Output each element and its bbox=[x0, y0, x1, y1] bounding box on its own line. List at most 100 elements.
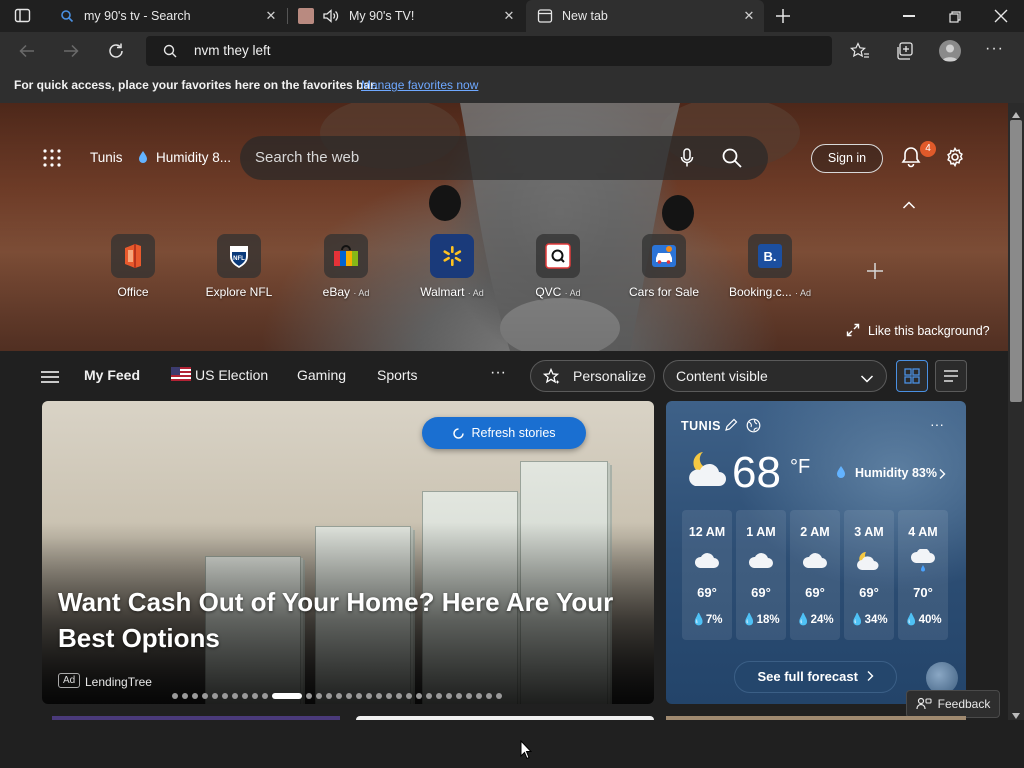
content-visibility-dropdown[interactable]: Content visible bbox=[663, 360, 887, 392]
tab-strip: my 90's tv - Search ✕ My 90's TV! ✕ New … bbox=[0, 0, 1024, 32]
tile-label: Cars for Sale bbox=[628, 285, 700, 299]
tab-sports[interactable]: Sports bbox=[377, 367, 417, 383]
weather-more-icon[interactable]: ··· bbox=[930, 416, 944, 432]
new-tab-page-icon bbox=[537, 8, 553, 24]
temperature-unit[interactable]: °F bbox=[790, 456, 810, 479]
search-icon[interactable] bbox=[722, 148, 742, 168]
forecast-hour: 12 AM bbox=[688, 525, 726, 539]
close-tab-icon[interactable]: ✕ bbox=[264, 9, 278, 23]
weather-city[interactable]: TUNIS bbox=[681, 419, 721, 433]
tab-us-election[interactable]: US Election bbox=[195, 367, 268, 383]
collapse-chevron-up-icon[interactable] bbox=[902, 197, 916, 209]
tab-my90s-tv[interactable]: My 90's TV! ✕ bbox=[288, 0, 524, 32]
like-background-button[interactable]: Like this background? bbox=[846, 323, 990, 338]
svg-text:B.: B. bbox=[764, 249, 777, 264]
hamburger-menu-icon[interactable] bbox=[41, 370, 59, 384]
notifications-bell-icon[interactable] bbox=[901, 146, 921, 168]
quick-link-qvc[interactable]: QVC · Ad bbox=[508, 234, 608, 299]
close-window-icon[interactable] bbox=[994, 9, 1008, 23]
sign-in-button[interactable]: Sign in bbox=[811, 144, 883, 173]
tab-search[interactable]: my 90's tv - Search ✕ bbox=[50, 0, 286, 32]
booking-icon: B. bbox=[748, 234, 792, 278]
settings-gear-icon[interactable] bbox=[945, 146, 965, 168]
restore-icon[interactable] bbox=[949, 10, 961, 23]
cloud-icon bbox=[736, 545, 786, 577]
tab-new-tab[interactable]: New tab ✕ bbox=[526, 0, 764, 32]
us-flag-icon bbox=[171, 367, 191, 381]
edit-pencil-icon[interactable] bbox=[724, 418, 738, 432]
new-tab-plus-icon[interactable] bbox=[774, 7, 792, 25]
hourly-forecast-item[interactable]: 12 AM 69° 💧7% bbox=[682, 510, 732, 640]
see-full-forecast-button[interactable]: See full forecast bbox=[734, 661, 897, 693]
address-input[interactable]: nvm they left bbox=[194, 43, 271, 58]
tab-my-feed[interactable]: My Feed bbox=[84, 367, 140, 383]
grid-view-button[interactable] bbox=[896, 360, 928, 392]
more-menu-icon[interactable]: ··· bbox=[985, 41, 1005, 58]
address-bar[interactable]: nvm they left bbox=[146, 36, 832, 66]
profile-avatar-icon[interactable] bbox=[939, 40, 961, 62]
quick-link-cars-for-sale[interactable]: Cars for Sale bbox=[614, 234, 714, 299]
back-icon[interactable] bbox=[18, 43, 36, 59]
tab-gaming[interactable]: Gaming bbox=[297, 367, 346, 383]
story-headline[interactable]: Want Cash Out of Your Home? Here Are You… bbox=[58, 584, 648, 656]
list-view-button[interactable] bbox=[935, 360, 967, 392]
expand-arrows-icon bbox=[846, 323, 860, 337]
content-visibility-value: Content visible bbox=[676, 368, 768, 384]
apps-launcher-icon[interactable] bbox=[43, 149, 61, 167]
refresh-icon[interactable] bbox=[106, 41, 126, 61]
quick-link-explore-nfl[interactable]: NFL Explore NFL bbox=[189, 234, 289, 299]
collections-icon[interactable] bbox=[895, 41, 915, 61]
add-quick-link-plus-icon[interactable] bbox=[866, 262, 884, 280]
close-tab-icon[interactable]: ✕ bbox=[742, 9, 756, 23]
like-background-label: Like this background? bbox=[868, 324, 990, 338]
feedback-label: Feedback bbox=[937, 697, 991, 711]
forecast-precip: 💧7% bbox=[691, 614, 723, 626]
hourly-forecast-item[interactable]: 2 AM 69° 💧24% bbox=[790, 510, 840, 640]
hourly-forecast-item[interactable]: 3 AM 69° 💧34% bbox=[844, 510, 894, 640]
forecast-precip: 💧18% bbox=[742, 614, 780, 626]
scroll-down-arrow-icon[interactable] bbox=[1011, 707, 1021, 719]
close-tab-icon[interactable]: ✕ bbox=[502, 9, 516, 23]
minimize-icon[interactable] bbox=[903, 15, 915, 17]
forecast-hour: 1 AM bbox=[746, 525, 776, 539]
humidity-label[interactable]: Humidity 8... bbox=[156, 150, 231, 165]
web-search-box[interactable]: Search the web bbox=[240, 136, 768, 180]
location-label[interactable]: Tunis bbox=[90, 150, 123, 165]
hourly-forecast-item[interactable]: 4 AM 70° 💧40% bbox=[898, 510, 948, 640]
refresh-stories-button[interactable]: Refresh stories bbox=[422, 417, 586, 449]
microphone-icon[interactable] bbox=[680, 148, 694, 168]
quick-link-walmart[interactable]: Walmart · Ad bbox=[402, 234, 502, 299]
scrollbar-thumb[interactable] bbox=[1010, 120, 1022, 402]
more-topics-button[interactable]: ··· bbox=[490, 364, 506, 382]
forward-icon[interactable] bbox=[62, 43, 80, 59]
forecast-temp: 70° bbox=[913, 585, 933, 600]
rain-cloud-icon bbox=[898, 545, 948, 577]
personalize-button[interactable]: Personalize bbox=[530, 360, 655, 392]
globe-icon[interactable] bbox=[746, 418, 761, 433]
carousel-pagination[interactable] bbox=[172, 693, 502, 699]
speaker-icon[interactable] bbox=[322, 8, 340, 24]
droplet-icon bbox=[137, 150, 149, 164]
quick-link-booking[interactable]: B. Booking.c... · Ad bbox=[720, 234, 820, 299]
favorites-star-icon[interactable] bbox=[850, 42, 870, 60]
tab-title: My 90's TV! bbox=[349, 9, 415, 23]
tile-label: QVC bbox=[535, 285, 562, 299]
hourly-forecast-item[interactable]: 1 AM 69° 💧18% bbox=[736, 510, 786, 640]
story-source[interactable]: LendingTree bbox=[85, 675, 152, 689]
scroll-up-arrow-icon[interactable] bbox=[1011, 106, 1021, 118]
personalize-label: Personalize bbox=[573, 368, 647, 384]
refresh-spinner-icon bbox=[452, 427, 465, 440]
cloud-icon bbox=[790, 545, 840, 577]
quick-link-ebay[interactable]: eBay · Ad bbox=[296, 234, 396, 299]
quick-link-office[interactable]: Office bbox=[83, 234, 183, 299]
weather-humidity[interactable]: Humidity 83% bbox=[855, 466, 937, 480]
chevron-right-icon[interactable] bbox=[938, 467, 946, 479]
search-placeholder: Search the web bbox=[255, 149, 360, 166]
tab-actions-icon[interactable] bbox=[14, 8, 32, 24]
forecast-precip: 💧34% bbox=[850, 614, 888, 626]
ad-marker: · Ad bbox=[467, 288, 484, 298]
tile-label: eBay bbox=[322, 285, 350, 299]
feedback-button[interactable]: Feedback bbox=[906, 690, 1000, 718]
manage-favorites-link[interactable]: Manage favorites now bbox=[361, 78, 478, 92]
ad-badge: Ad bbox=[58, 673, 81, 688]
